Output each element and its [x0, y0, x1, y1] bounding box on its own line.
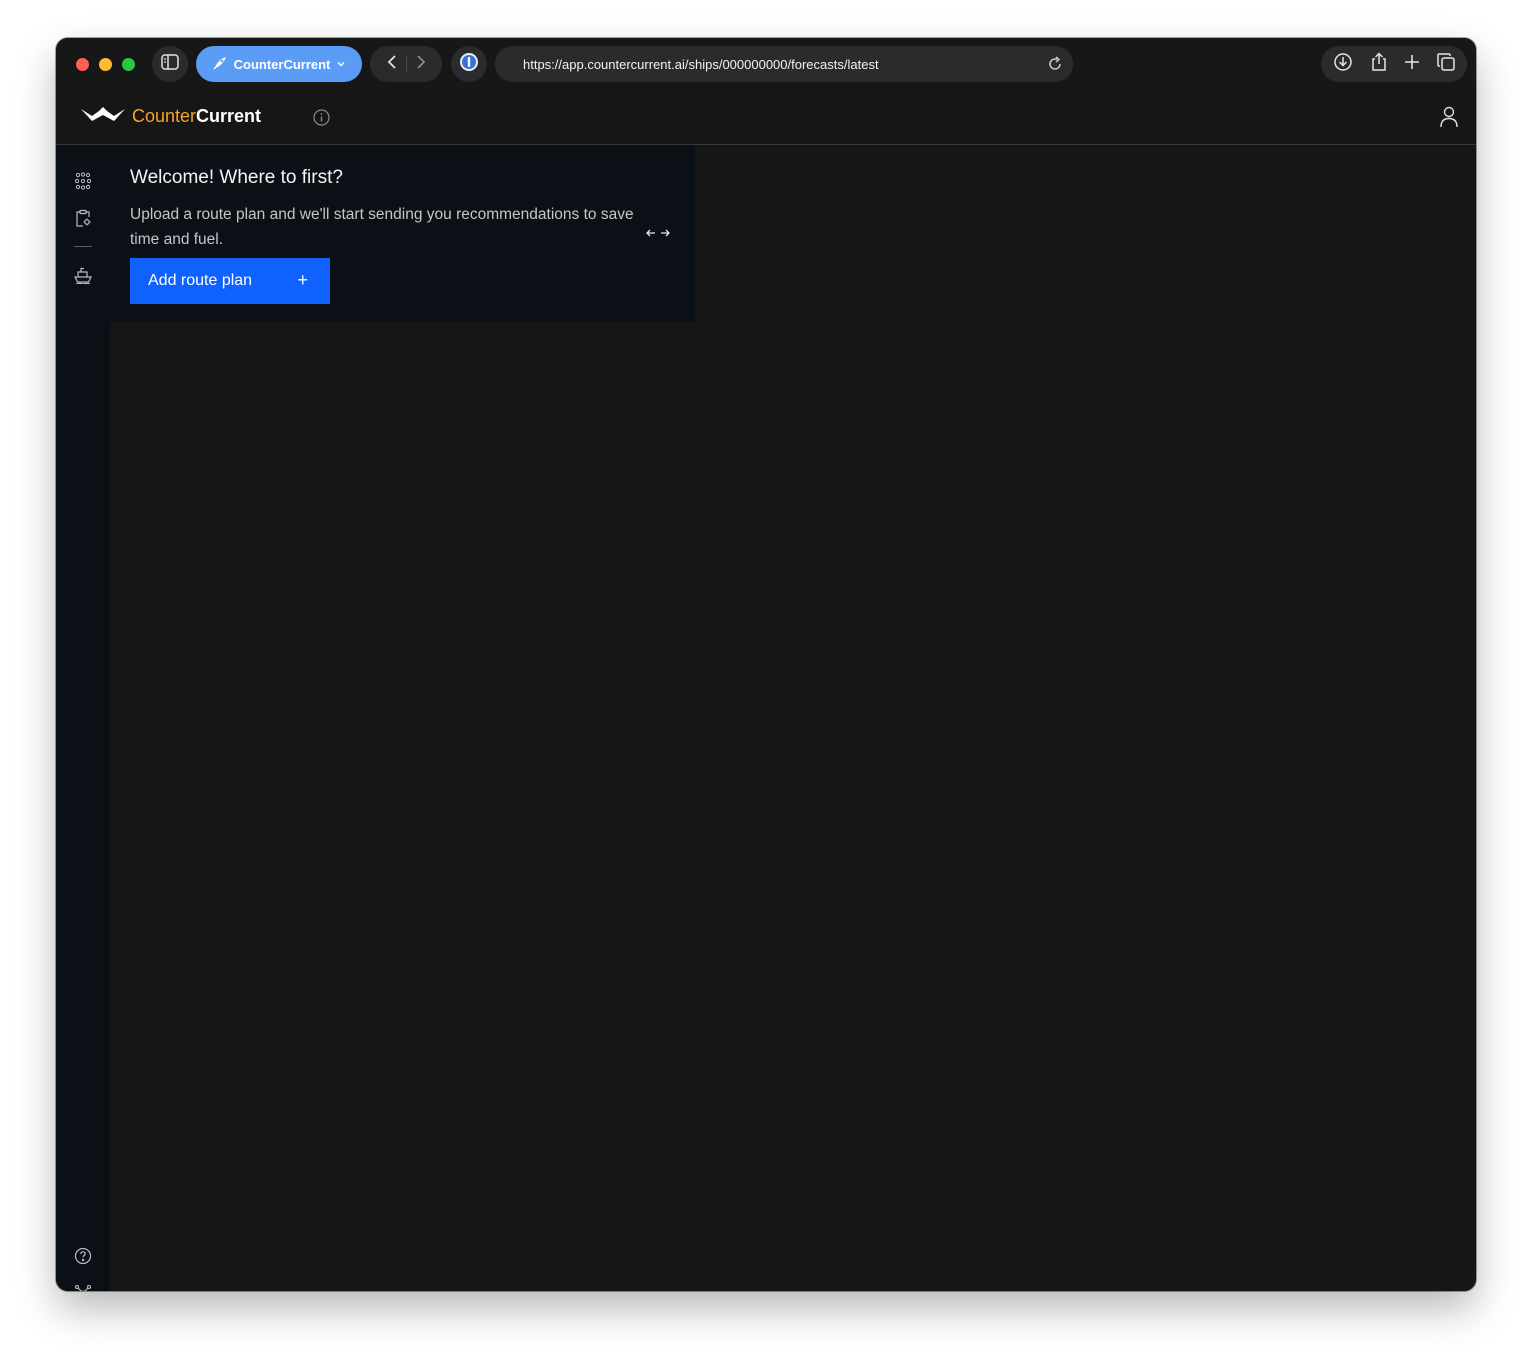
- chevron-left-icon: [387, 54, 396, 69]
- fleet-icon[interactable]: [73, 171, 93, 191]
- welcome-title: Welcome! Where to first?: [130, 167, 343, 188]
- welcome-description: Upload a route plan and we'll start send…: [130, 206, 634, 248]
- history-navigation: [370, 46, 442, 82]
- ship-icon[interactable]: [73, 265, 93, 285]
- expand-panel-icon[interactable]: [646, 225, 670, 243]
- logo-text-counter: Counter: [132, 106, 197, 126]
- download-icon: [1334, 52, 1352, 71]
- sidebar-icon: [161, 53, 179, 75]
- add-route-plan-label: Add route plan: [148, 272, 253, 289]
- url-text: https://app.countercurrent.ai/ships/0000…: [523, 56, 879, 72]
- chevron-right-icon: [416, 54, 425, 69]
- address-bar[interactable]: https://app.countercurrent.ai/ships/0000…: [495, 46, 1073, 82]
- zoom-window-button[interactable]: [122, 58, 135, 71]
- back-button[interactable]: [386, 54, 398, 75]
- tab-group-button[interactable]: CounterCurrent: [196, 46, 362, 82]
- user-icon[interactable]: [1439, 105, 1459, 134]
- add-route-plan-button[interactable]: Add route plan +: [130, 258, 330, 304]
- sidebar-toggle-button[interactable]: [152, 46, 188, 82]
- reload-button[interactable]: [1047, 56, 1063, 75]
- app-header: CounterCurrent: [56, 90, 1476, 145]
- share-button[interactable]: [1370, 51, 1388, 77]
- chevron-down-icon: [336, 57, 346, 72]
- share-icon: [1372, 51, 1386, 71]
- tab-group-label: CounterCurrent: [233, 56, 331, 72]
- nav-separator: [405, 55, 407, 73]
- new-tab-button[interactable]: [1404, 54, 1420, 75]
- plus-icon: +: [297, 270, 308, 290]
- download-button[interactable]: [1333, 52, 1353, 77]
- rail-divider: [74, 246, 92, 247]
- tabs-icon: [1437, 52, 1455, 71]
- main-content-area: [110, 322, 1476, 1291]
- browser-window: CounterCurrent https://app.countercurren…: [56, 38, 1476, 1291]
- password-manager-icon: [459, 52, 479, 77]
- reload-icon: [1049, 56, 1061, 70]
- password-manager-extension-button[interactable]: [451, 46, 487, 82]
- rocket-icon: [212, 55, 228, 74]
- logo-text-current: Current: [196, 106, 262, 126]
- info-icon[interactable]: [313, 109, 330, 131]
- minimize-window-button[interactable]: [99, 58, 112, 71]
- close-window-button[interactable]: [76, 58, 89, 71]
- tabs-overview-button[interactable]: [1437, 52, 1455, 76]
- network-icon[interactable]: [73, 1283, 93, 1291]
- left-nav-rail: [56, 145, 110, 1291]
- browser-toolbar: CounterCurrent https://app.countercurren…: [56, 38, 1476, 90]
- clipboard-settings-icon[interactable]: [73, 208, 93, 228]
- help-icon[interactable]: [73, 1246, 93, 1266]
- plus-icon: [1405, 54, 1420, 69]
- welcome-panel: Welcome! Where to first? Upload a route …: [110, 145, 695, 322]
- forward-button[interactable]: [415, 54, 427, 75]
- browser-actions: [1321, 46, 1467, 82]
- countercurrent-logo[interactable]: CounterCurrent: [80, 104, 261, 129]
- boat-logo-icon: [80, 104, 126, 129]
